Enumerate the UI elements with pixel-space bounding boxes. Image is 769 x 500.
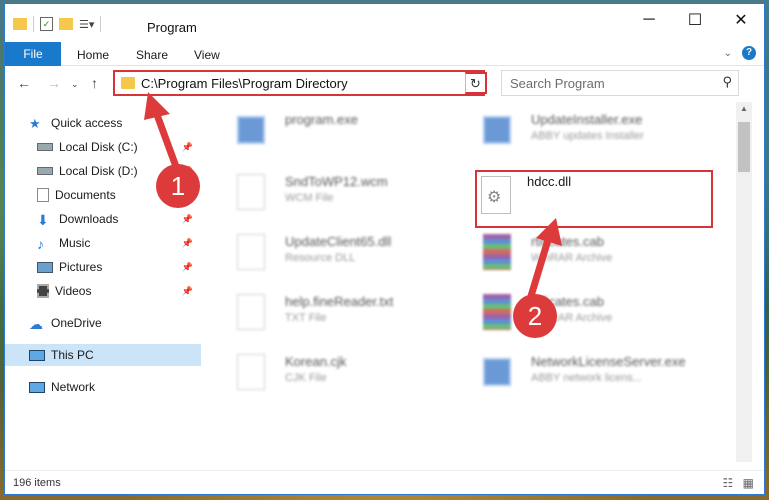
callout-arrows [144,92,562,310]
callout-badge-1: 1 [156,164,200,208]
callout-badge-2: 2 [513,294,557,338]
arrow-1-icon [144,92,182,176]
arrow-2-icon [524,218,562,310]
